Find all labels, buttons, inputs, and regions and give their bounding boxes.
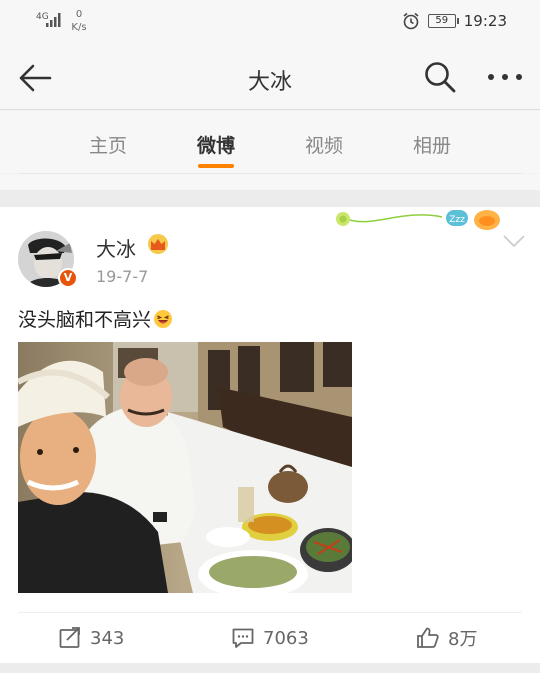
comment-icon [232, 628, 254, 648]
more-icon[interactable] [486, 72, 524, 82]
card-decoration: Zzz [336, 210, 500, 230]
post-text-content: 没头脑和不高兴 [18, 309, 152, 331]
thumbs-up-icon [417, 627, 439, 648]
share-icon [59, 627, 80, 648]
net-speed: 0 K/s [68, 8, 90, 34]
alarm-icon [403, 12, 419, 30]
post-date: 19-7-7 [96, 267, 149, 286]
laughing-emoji-icon [154, 310, 173, 328]
nav-bar: 大冰 [0, 44, 540, 110]
spacer [0, 174, 540, 190]
profile-tabs: 主页 微博 视频 相册 [0, 111, 540, 173]
tab-weibo[interactable]: 微博 [186, 131, 246, 158]
battery-icon: 59 [427, 14, 459, 28]
post-card[interactable]: Zzz V 大冰 19-7-7 没头脑和不高兴 343 7063 8万 [0, 207, 540, 663]
post-photo[interactable] [18, 342, 352, 593]
comment-count: 7063 [263, 627, 309, 649]
post-username[interactable]: 大冰 [96, 233, 136, 262]
post-text: 没头脑和不高兴 [18, 305, 173, 332]
crown-icon [148, 234, 168, 254]
verified-badge: V [58, 268, 78, 288]
zzz-badge: Zzz [449, 215, 465, 225]
tab-home[interactable]: 主页 [78, 131, 138, 158]
search-icon[interactable] [423, 60, 457, 94]
section-gap-bottom [0, 663, 540, 673]
like-button[interactable]: 8万 [416, 624, 477, 652]
like-count: 8万 [448, 629, 478, 650]
net-speed-value: 0 [75, 9, 83, 20]
clock: 19:23 [463, 12, 507, 30]
tab-video[interactable]: 视频 [294, 131, 354, 158]
repost-button[interactable]: 343 [58, 624, 124, 652]
tab-album[interactable]: 相册 [402, 131, 462, 158]
comment-button[interactable]: 7063 [231, 624, 309, 652]
net-speed-unit: K/s [71, 22, 87, 33]
chevron-down-icon[interactable] [502, 233, 526, 249]
page-title: 大冰 [247, 70, 292, 95]
actions-divider [18, 612, 522, 613]
section-gap [0, 190, 540, 207]
status-bar: 4G 0 K/s 59 19:23 [0, 0, 540, 44]
repost-count: 343 [90, 627, 125, 649]
active-tab-indicator [198, 164, 234, 168]
signal-icon [46, 13, 61, 27]
